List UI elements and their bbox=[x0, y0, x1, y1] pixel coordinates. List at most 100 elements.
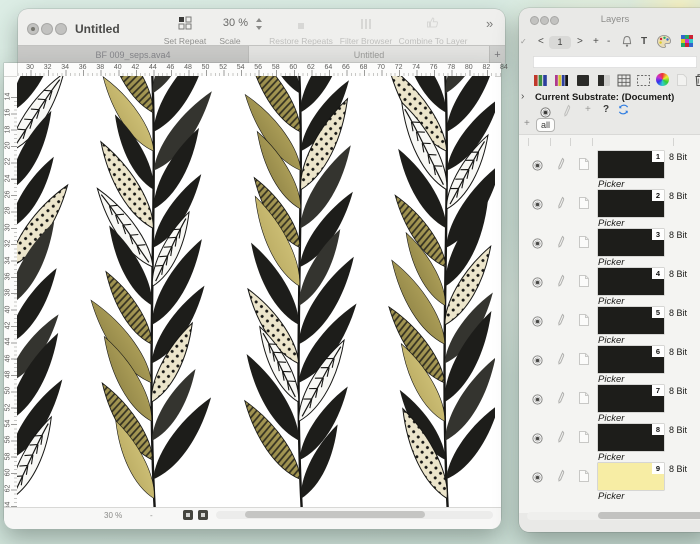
layer-page-icon[interactable] bbox=[578, 391, 590, 405]
ruler-h-label: 64 bbox=[324, 64, 332, 71]
spread-view-icon[interactable] bbox=[198, 510, 208, 520]
layer-visibility-eye-icon[interactable] bbox=[531, 470, 544, 481]
layer-row[interactable]: 4 8 Bit Picker bbox=[519, 268, 700, 307]
scale-stepper[interactable] bbox=[255, 17, 264, 31]
halftone-icon[interactable] bbox=[597, 74, 611, 87]
mosaic-icon[interactable] bbox=[680, 34, 694, 48]
bell-icon[interactable] bbox=[621, 35, 633, 49]
layer-color-swatch[interactable]: 1 bbox=[598, 151, 664, 178]
toolbar-overflow-button[interactable]: » bbox=[486, 16, 493, 31]
layer-visibility-eye-icon[interactable] bbox=[531, 275, 544, 286]
tab-untitled[interactable]: Untitled bbox=[249, 46, 489, 64]
ruler-v-label: 24 bbox=[5, 172, 12, 184]
layer-color-swatch[interactable]: 2 bbox=[598, 190, 664, 217]
panel-edge-check-icon: ✓ bbox=[520, 37, 527, 46]
palette-icon[interactable] bbox=[656, 34, 672, 49]
layer-row[interactable]: 6 8 Bit Picker bbox=[519, 346, 700, 385]
layer-name-input[interactable] bbox=[533, 56, 697, 68]
layer-pencil-icon[interactable] bbox=[556, 391, 566, 404]
layer-visibility-eye-icon[interactable] bbox=[531, 314, 544, 325]
layer-row[interactable]: 5 8 Bit Picker bbox=[519, 307, 700, 346]
layer-visibility-eye-icon[interactable] bbox=[531, 353, 544, 364]
ruler-h-label: 36 bbox=[79, 64, 87, 71]
page-view-icon[interactable] bbox=[183, 510, 193, 520]
layer-visibility-eye-icon[interactable] bbox=[531, 236, 544, 247]
layer-color-swatch[interactable]: 9 bbox=[598, 463, 664, 490]
layer-pencil-icon[interactable] bbox=[556, 157, 566, 170]
layer-number-field[interactable]: 1 bbox=[549, 36, 571, 49]
layer-row[interactable]: 1 8 Bit Picker bbox=[519, 151, 700, 190]
ruler-h-label: 32 bbox=[44, 64, 52, 71]
layer-row[interactable]: 3 8 Bit Picker bbox=[519, 229, 700, 268]
text-tool-button[interactable]: T bbox=[641, 36, 647, 47]
substrate-disclosure[interactable]: › bbox=[521, 91, 524, 102]
zoom-window-button[interactable] bbox=[55, 23, 67, 35]
add-button[interactable]: + bbox=[593, 36, 599, 47]
color-wheel-icon[interactable] bbox=[656, 73, 669, 86]
add-substrate-button[interactable]: + bbox=[585, 104, 591, 115]
layer-row[interactable]: 7 8 Bit Picker bbox=[519, 385, 700, 424]
add-filter-button[interactable]: + bbox=[524, 118, 530, 129]
visibility-eye-icon[interactable] bbox=[539, 105, 552, 116]
set-repeat-icon[interactable] bbox=[178, 16, 192, 30]
layer-page-icon[interactable] bbox=[578, 196, 590, 210]
layer-page-icon[interactable] bbox=[578, 352, 590, 366]
layer-pencil-icon[interactable] bbox=[556, 274, 566, 287]
layer-row[interactable]: 2 8 Bit Picker bbox=[519, 190, 700, 229]
layer-visibility-eye-icon[interactable] bbox=[531, 392, 544, 403]
close-window-button[interactable] bbox=[27, 23, 39, 35]
layer-row[interactable]: 8 8 Bit Picker bbox=[519, 424, 700, 463]
pencil-icon[interactable] bbox=[562, 104, 572, 117]
combine-to-layer-icon bbox=[426, 16, 439, 29]
layer-pencil-icon[interactable] bbox=[556, 352, 566, 365]
layer-color-swatch[interactable]: 3 bbox=[598, 229, 664, 256]
ruler-h-label: 76 bbox=[430, 64, 438, 71]
layer-page-icon[interactable] bbox=[578, 469, 590, 483]
layer-pencil-icon[interactable] bbox=[556, 235, 566, 248]
layer-page-icon[interactable] bbox=[578, 274, 590, 288]
grid-table-icon[interactable] bbox=[617, 74, 631, 87]
ruler-v-label: 42 bbox=[5, 319, 12, 331]
layer-color-swatch[interactable]: 4 bbox=[598, 268, 664, 295]
tab-bar: BF 009_seps.ava4 Untitled + bbox=[18, 45, 505, 64]
solid-fill-icon[interactable] bbox=[576, 74, 590, 87]
layer-pencil-icon[interactable] bbox=[556, 313, 566, 326]
remove-button[interactable]: - bbox=[607, 36, 610, 47]
layer-page-icon[interactable] bbox=[578, 430, 590, 444]
ruler-h-label: 50 bbox=[202, 64, 210, 71]
layer-pencil-icon[interactable] bbox=[556, 196, 566, 209]
layer-visibility-eye-icon[interactable] bbox=[531, 158, 544, 169]
layer-color-swatch[interactable]: 7 bbox=[598, 385, 664, 412]
horizontal-ruler: 2830323436384042444648505254565860626466… bbox=[4, 63, 501, 77]
marquee-selection-icon[interactable] bbox=[636, 74, 651, 87]
layer-pencil-icon[interactable] bbox=[556, 430, 566, 443]
layer-page-icon[interactable] bbox=[578, 235, 590, 249]
next-layer-button[interactable]: > bbox=[577, 36, 583, 47]
ruler-v-label: 18 bbox=[5, 123, 12, 135]
layer-color-swatch[interactable]: 5 bbox=[598, 307, 664, 334]
layer-color-swatch[interactable]: 6 bbox=[598, 346, 664, 373]
status-zoom-out-button[interactable]: - bbox=[150, 511, 153, 520]
layer-visibility-eye-icon[interactable] bbox=[531, 197, 544, 208]
layer-color-swatch[interactable]: 8 bbox=[598, 424, 664, 451]
help-button[interactable]: ? bbox=[603, 104, 609, 115]
pattern-canvas[interactable] bbox=[17, 76, 495, 507]
layer-number: 2 bbox=[652, 190, 664, 201]
new-tab-button[interactable]: + bbox=[489, 46, 505, 64]
layer-pencil-icon[interactable] bbox=[556, 469, 566, 482]
cmyk-channels-icon[interactable] bbox=[554, 74, 569, 87]
layer-visibility-eye-icon[interactable] bbox=[531, 431, 544, 442]
layers-panel: Layers ✓ < 1 > + - T bbox=[519, 8, 700, 532]
all-layers-button[interactable]: all bbox=[536, 118, 555, 132]
layer-page-icon[interactable] bbox=[578, 313, 590, 327]
panel-scrollbar-thumb[interactable] bbox=[598, 512, 700, 519]
minimize-window-button[interactable] bbox=[41, 23, 53, 35]
rgb-channels-icon[interactable] bbox=[533, 74, 548, 87]
trash-icon[interactable] bbox=[694, 73, 700, 87]
layer-row[interactable]: 9 8 Bit Picker bbox=[519, 463, 700, 502]
prev-layer-button[interactable]: < bbox=[538, 36, 544, 47]
tab-document[interactable]: BF 009_seps.ava4 bbox=[18, 46, 249, 64]
horizontal-scrollbar-thumb[interactable] bbox=[245, 511, 425, 518]
sync-icon[interactable] bbox=[617, 103, 630, 116]
layer-page-icon[interactable] bbox=[578, 157, 590, 171]
